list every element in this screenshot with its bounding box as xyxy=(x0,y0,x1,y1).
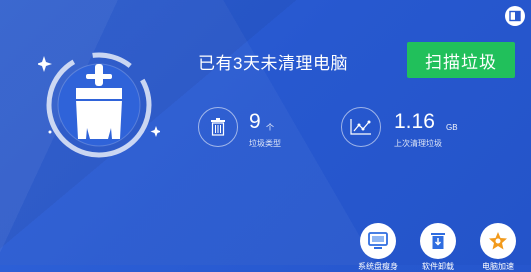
panel-icon xyxy=(509,10,521,22)
trash-download-icon xyxy=(431,233,445,249)
tool-uninstall-label: 软件卸载 xyxy=(422,262,454,271)
tool-optimize-label: 电脑加速 xyxy=(482,262,514,271)
stat-last-clean-icon-wrap xyxy=(341,107,381,147)
puzzle-icon xyxy=(489,232,507,250)
stat-junk-types-icon-wrap xyxy=(198,107,238,147)
last-clean-unit: GB xyxy=(446,123,458,132)
junk-types-label: 垃圾类型 xyxy=(249,139,281,148)
tool-uninstall[interactable] xyxy=(420,223,456,259)
tool-optimize[interactable] xyxy=(480,223,516,259)
last-clean-label: 上次清理垃圾 xyxy=(394,139,442,148)
junk-types-value: 9 xyxy=(249,110,261,133)
last-clean-value: 1.16 xyxy=(394,110,435,133)
scan-junk-button[interactable]: 扫描垃圾 xyxy=(407,42,515,78)
monitor-icon xyxy=(368,232,388,249)
headline: 已有3天未清理电脑 xyxy=(198,54,348,73)
tool-monitor-label: 系统盘瘦身 xyxy=(358,262,398,271)
trash-icon xyxy=(211,118,225,136)
junk-types-unit: 个 xyxy=(266,123,274,132)
mini-mode-button[interactable] xyxy=(505,6,525,26)
trend-chart-icon xyxy=(350,119,371,135)
tool-monitor[interactable] xyxy=(360,223,396,259)
broom-illustration xyxy=(38,52,160,158)
